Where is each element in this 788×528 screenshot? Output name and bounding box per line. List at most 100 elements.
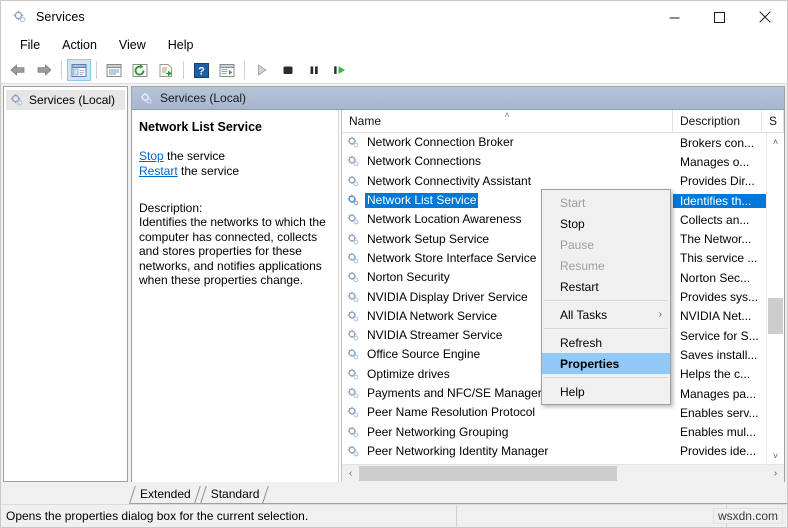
window-title: Services	[36, 10, 85, 24]
menu-file[interactable]: File	[9, 35, 51, 56]
scroll-right-arrow[interactable]: ›	[767, 468, 784, 479]
table-row[interactable]: Network Connectivity Assistant Provides D…	[342, 172, 784, 191]
table-row[interactable]: Network Connection BrokerBrokers con...R	[342, 133, 784, 152]
ctx-resume: Resume	[542, 255, 670, 276]
cell-name: Network Connections	[342, 154, 673, 169]
services-gear-icon	[9, 92, 25, 108]
stop-service-icon[interactable]	[276, 59, 300, 81]
scroll-left-arrow[interactable]: ‹	[342, 468, 359, 479]
menu-action[interactable]: Action	[51, 35, 108, 56]
toolbar-separator	[244, 61, 245, 79]
cell-name-label: Peer Name Resolution Protocol	[367, 405, 536, 420]
console-tree-pane: Services (Local)	[3, 86, 128, 482]
list-vertical-scrollbar[interactable]: ˄ ˅	[766, 133, 784, 464]
cell-description: Brokers con...	[680, 135, 755, 150]
table-row[interactable]: Peer Name Resolution Protocol Enables ser…	[342, 403, 784, 422]
table-row[interactable]: Network ConnectionsManages o...R	[342, 152, 784, 171]
ctx-help-label: Help	[560, 384, 585, 399]
menu-view[interactable]: View	[108, 35, 157, 56]
cell-name-label: Optimize drives	[367, 366, 450, 381]
cell-name-label: Network Store Interface Service	[367, 250, 537, 265]
ctx-properties[interactable]: Properties	[542, 353, 670, 374]
scroll-up-arrow[interactable]: ˄	[767, 133, 784, 150]
cell-description: Identifies th...	[673, 193, 762, 208]
back-icon[interactable]	[6, 59, 30, 81]
status-bar-divider	[456, 505, 458, 527]
cell-name: Peer Networking Grouping	[342, 425, 673, 440]
start-service-icon[interactable]	[250, 59, 274, 81]
help-icon[interactable]: ?	[189, 59, 213, 81]
column-header-status-label: S	[769, 114, 778, 128]
service-gear-icon	[346, 232, 361, 247]
minimize-button[interactable]	[652, 1, 697, 33]
toolbar-separator	[96, 61, 97, 79]
vertical-scroll-track[interactable]	[767, 150, 784, 447]
ctx-stop[interactable]: Stop	[542, 213, 670, 234]
ctx-pause-label: Pause	[560, 237, 595, 252]
list-horizontal-scrollbar[interactable]: ‹ ›	[342, 464, 784, 482]
show-hide-console-tree-icon[interactable]	[67, 59, 91, 81]
refresh-icon[interactable]	[128, 59, 152, 81]
context-menu: Start Stop Pause Resume Restart All Tasks › Ref…	[541, 189, 671, 405]
service-gear-icon	[346, 212, 361, 227]
ctx-restart-label: Restart	[560, 279, 599, 294]
scroll-down-arrow[interactable]: ˅	[767, 447, 784, 464]
context-menu-separator	[544, 377, 668, 378]
restart-service-rest: the service	[177, 164, 240, 178]
tree-node-services-local[interactable]: Services (Local)	[6, 90, 125, 110]
cell-description: Enables mul...	[680, 425, 757, 440]
cell-name: Network Connectivity Assistant	[342, 174, 673, 189]
column-header-description-label: Description	[680, 114, 741, 128]
cell-description: Provides ide...	[680, 444, 757, 459]
cell-description: The Networ...	[680, 232, 752, 247]
cell-description: NVIDIA Net...	[680, 309, 752, 324]
cell-name-label: NVIDIA Display Driver Service	[367, 289, 528, 304]
table-row[interactable]: Peer Networking Grouping Enables mul...	[342, 422, 784, 441]
result-pane-header: Services (Local)	[132, 87, 784, 110]
tab-extended[interactable]: Extended	[129, 484, 201, 503]
status-bar-text: Opens the properties dialog box for the …	[6, 509, 309, 523]
pause-service-icon[interactable]	[302, 59, 326, 81]
restart-service-link[interactable]: Restart	[139, 164, 178, 178]
cell-name-label: Payments and NFC/SE Manager	[367, 386, 542, 400]
restart-service-icon[interactable]	[328, 59, 352, 81]
chevron-right-icon: ›	[658, 309, 662, 320]
vertical-scroll-thumb[interactable]	[768, 298, 783, 334]
menu-bar: File Action View Help	[1, 33, 787, 57]
ctx-all-tasks[interactable]: All Tasks ›	[542, 304, 670, 325]
column-header-description[interactable]: Description	[673, 110, 762, 132]
export-list-icon[interactable]	[154, 59, 178, 81]
cell-name-label: Network Location Awareness	[367, 212, 522, 227]
service-gear-icon	[346, 328, 361, 343]
tab-standard[interactable]: Standard	[199, 484, 270, 503]
ctx-help[interactable]: Help	[542, 381, 670, 402]
toolbar-separator	[61, 61, 62, 79]
ctx-refresh[interactable]: Refresh	[542, 332, 670, 353]
tab-edge-left	[199, 486, 207, 503]
close-button[interactable]	[742, 1, 787, 33]
cell-description: This service ...	[680, 251, 758, 266]
ctx-start: Start	[542, 192, 670, 213]
forward-icon[interactable]	[32, 59, 56, 81]
stop-service-link[interactable]: Stop	[139, 149, 164, 163]
menu-help[interactable]: Help	[157, 35, 205, 56]
column-header-status[interactable]: S	[762, 110, 784, 132]
action-pane-icon[interactable]	[215, 59, 239, 81]
cell-name: Peer Networking Identity Manager	[342, 444, 673, 459]
cell-description: Manages o...	[680, 154, 750, 169]
service-gear-icon	[346, 309, 361, 324]
table-row[interactable]: Peer Networking Identity Manager Provides…	[342, 442, 784, 461]
service-gear-icon	[346, 193, 361, 208]
service-gear-icon	[346, 135, 361, 150]
properties-icon[interactable]	[102, 59, 126, 81]
cell-description: Saves install...	[680, 347, 758, 362]
column-header-name[interactable]: Name ˄	[342, 110, 673, 132]
service-gear-icon	[346, 444, 361, 459]
horizontal-scroll-thumb[interactable]	[359, 466, 617, 481]
maximize-button[interactable]	[697, 1, 742, 33]
service-gear-icon	[346, 425, 361, 440]
cell-name-label: Norton Security	[367, 270, 450, 285]
service-gear-icon	[346, 386, 361, 401]
ctx-restart[interactable]: Restart	[542, 276, 670, 297]
service-gear-icon	[346, 290, 361, 305]
